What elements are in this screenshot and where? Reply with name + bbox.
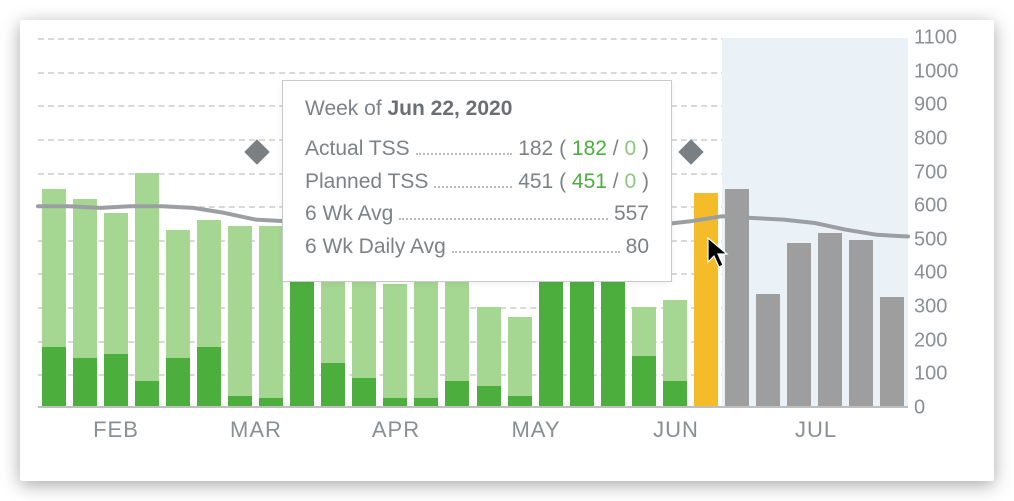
x-axis-tick: MAY [511,417,560,443]
dots-icon [399,218,608,220]
y-axis-tick: 0 [914,397,974,420]
x-axis-baseline [38,406,908,408]
x-axis-tick: JUL [795,417,837,443]
dots-icon [416,153,513,155]
tss-weekly-chart[interactable]: 110010009008007006005004003002001000 FEB… [20,20,994,481]
tooltip-actual-label: Actual TSS [305,133,410,166]
dots-icon [452,251,620,253]
y-axis-tick: 400 [914,262,974,285]
x-axis-tick: APR [372,417,420,443]
tooltip-row-actual: Actual TSS 182 ( 182 / 0 ) [305,133,649,166]
y-axis-tick: 800 [914,127,974,150]
y-axis-tick: 200 [914,329,974,352]
y-axis-tick: 1100 [914,27,974,50]
tooltip-daily-label: 6 Wk Daily Avg [305,231,446,264]
dots-icon [434,186,512,188]
tooltip-row-planned: Planned TSS 451 ( 451 / 0 ) [305,166,649,199]
tooltip-row-avg: 6 Wk Avg 557 [305,198,649,231]
tooltip-daily-value: 80 [626,231,649,264]
y-axis-tick: 900 [914,94,974,117]
tooltip-actual-value: 182 ( 182 / 0 ) [518,133,649,166]
y-axis-tick: 300 [914,296,974,319]
y-axis-tick: 1000 [914,60,974,83]
y-axis-tick: 600 [914,195,974,218]
y-axis-tick: 100 [914,363,974,386]
y-axis-tick: 700 [914,161,974,184]
tooltip-avg-value: 557 [614,198,649,231]
tooltip-title-prefix: Week of [305,97,387,120]
tooltip-planned-value: 451 ( 451 / 0 ) [518,166,649,199]
tooltip-title-date: Jun 22, 2020 [387,97,512,120]
x-axis-tick: FEB [93,417,139,443]
y-axis-tick: 500 [914,228,974,251]
tooltip-planned-label: Planned TSS [305,166,428,199]
tooltip-avg-label: 6 Wk Avg [305,198,393,231]
tooltip-row-daily: 6 Wk Daily Avg 80 [305,231,649,264]
hover-tooltip: Week of Jun 22, 2020 Actual TSS 182 ( 18… [282,80,672,282]
tooltip-title: Week of Jun 22, 2020 [305,97,649,121]
x-axis-tick: JUN [653,417,699,443]
x-axis-tick: MAR [230,417,282,443]
